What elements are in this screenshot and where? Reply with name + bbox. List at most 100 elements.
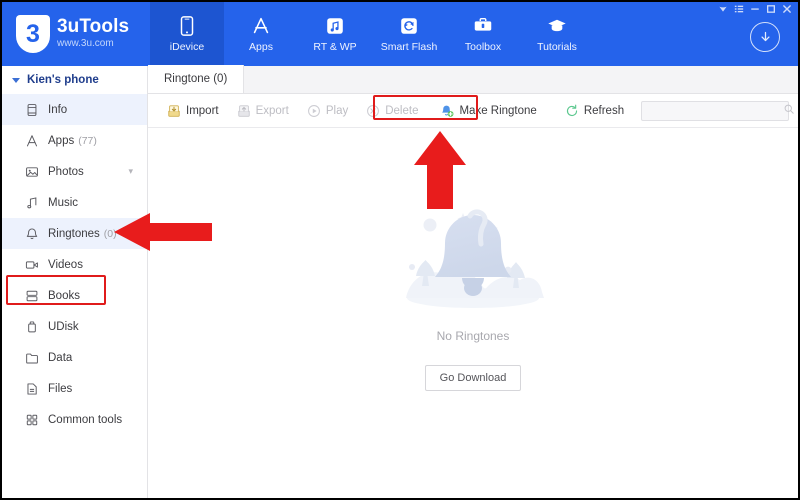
nav-tab-label: RT & WP <box>313 41 357 53</box>
info-device-icon <box>24 102 39 117</box>
minimize-icon[interactable] <box>747 3 762 15</box>
app-website: www.3u.com <box>57 38 114 50</box>
sidebar-item-label: Data <box>48 351 73 364</box>
bell-icon <box>24 226 39 241</box>
sidebar-item-label: Ringtones <box>48 227 100 240</box>
sidebar-item-videos[interactable]: Videos <box>2 249 147 280</box>
app-body: Kien's phone Info Apps (77) Photos ▾ Mus… <box>2 65 798 498</box>
toolbar-button-label: Make Ringtone <box>459 104 537 117</box>
toolbar-button-label: Import <box>186 104 219 117</box>
photo-icon <box>24 164 39 179</box>
play-button: Play <box>298 101 357 121</box>
sidebar-item-files[interactable]: Files <box>2 373 147 404</box>
skin-icon[interactable] <box>715 3 730 15</box>
appstore-icon <box>250 15 272 37</box>
nav-tab-idevice[interactable]: iDevice <box>150 2 224 66</box>
music-note-icon <box>24 195 39 210</box>
empty-state: No Ringtones Go Download <box>148 128 798 498</box>
maximize-icon[interactable] <box>763 3 778 15</box>
toolbar-button-label: Delete <box>385 104 419 117</box>
main-nav: iDevice Apps RT & WP Smart Flash Toolbox… <box>150 2 594 66</box>
download-circle-icon[interactable] <box>750 22 780 52</box>
refresh-button[interactable]: Refresh <box>556 101 633 121</box>
toolbar-button-label: Export <box>255 104 289 117</box>
content-toolbar: Import Export Play Delete Make Ringtone … <box>148 94 798 128</box>
sidebar-item-label: Music <box>48 196 79 209</box>
app-logo-icon: 3 <box>16 15 50 53</box>
sidebar-item-data[interactable]: Data <box>2 342 147 373</box>
nav-tab-rt-wp[interactable]: RT & WP <box>298 2 372 66</box>
sidebar-item-label: UDisk <box>48 320 79 333</box>
sidebar-item-label: Photos <box>48 165 84 178</box>
3utools-window: 3 3uTools www.3u.com iDevice Apps RT & W… <box>0 0 800 500</box>
toolbox-icon <box>472 15 494 37</box>
refresh-icon <box>565 104 579 118</box>
chevron-down-icon <box>12 77 20 83</box>
sidebar: Kien's phone Info Apps (77) Photos ▾ Mus… <box>2 66 148 498</box>
search-box[interactable] <box>641 101 794 121</box>
ringtone-wallpaper-icon <box>324 15 346 37</box>
sidebar-item-label: Common tools <box>48 413 123 426</box>
sidebar-item-count: (0) <box>103 227 117 240</box>
make-ringtone-button[interactable]: Make Ringtone <box>431 101 545 121</box>
device-selector[interactable]: Kien's phone <box>2 66 147 94</box>
sidebar-item-music[interactable]: Music <box>2 187 147 218</box>
file-icon <box>24 381 39 396</box>
refresh-flash-icon <box>398 15 420 37</box>
sidebar-item-ringtones[interactable]: Ringtones (0) <box>2 218 147 249</box>
chevron-down-icon: ▾ <box>128 166 133 176</box>
sidebar-item-label: Info <box>48 103 68 116</box>
content-area: Ringtone (0) Import Export Play Delete M… <box>148 65 798 498</box>
sidebar-item-photos[interactable]: Photos ▾ <box>2 156 147 187</box>
tab-ringtone[interactable]: Ringtone (0) <box>148 65 245 93</box>
usb-disk-icon <box>24 319 39 334</box>
delete-button: Delete <box>357 101 427 121</box>
play-circle-icon <box>307 104 321 118</box>
bell-empty-illustration <box>388 202 558 319</box>
search-input[interactable] <box>648 105 783 117</box>
sidebar-item-label: Files <box>48 382 73 395</box>
sidebar-item-books[interactable]: Books <box>2 280 147 311</box>
app-header: 3 3uTools www.3u.com iDevice Apps RT & W… <box>2 2 798 66</box>
phone-icon <box>176 15 198 37</box>
nav-tab-label: iDevice <box>169 41 205 53</box>
import-button[interactable]: Import <box>158 101 228 121</box>
sidebar-item-info[interactable]: Info <box>2 94 147 125</box>
sidebar-item-count: (77) <box>78 134 97 147</box>
content-tabstrip: Ringtone (0) <box>148 65 798 94</box>
delete-circle-icon <box>366 104 380 118</box>
folder-icon <box>24 350 39 365</box>
sidebar-item-apps[interactable]: Apps (77) <box>2 125 147 156</box>
toolbar-button-label: Refresh <box>583 104 625 117</box>
nav-tab-tutorials[interactable]: Tutorials <box>520 2 594 66</box>
import-tray-icon <box>167 104 181 118</box>
menu-icon[interactable] <box>731 3 746 15</box>
appstore-icon <box>24 133 39 148</box>
grid-tools-icon <box>24 412 39 427</box>
graduation-cap-icon <box>546 15 568 37</box>
toolbar-button-label: Play <box>325 104 349 117</box>
device-name: Kien's phone <box>27 74 99 86</box>
app-title: 3uTools <box>57 15 130 37</box>
nav-tab-label: Tutorials <box>537 41 577 53</box>
close-icon[interactable] <box>779 3 794 15</box>
sidebar-item-label: Videos <box>48 258 83 271</box>
empty-state-message: No Ringtones <box>436 328 510 343</box>
sidebar-item-udisk[interactable]: UDisk <box>2 311 147 342</box>
window-controls <box>715 3 794 15</box>
nav-tab-label: Smart Flash <box>380 41 438 53</box>
books-icon <box>24 288 39 303</box>
go-download-button[interactable]: Go Download <box>424 364 522 391</box>
brand: 3 3uTools www.3u.com <box>2 2 150 66</box>
sidebar-item-label: Apps <box>48 134 75 147</box>
search-icon[interactable] <box>783 102 795 120</box>
nav-tab-label: Toolbox <box>464 41 502 53</box>
video-camera-icon <box>24 257 39 272</box>
sidebar-item-label: Books <box>48 289 80 302</box>
nav-tab-smart-flash[interactable]: Smart Flash <box>372 2 446 66</box>
sidebar-item-common-tools[interactable]: Common tools <box>2 404 147 435</box>
nav-tab-toolbox[interactable]: Toolbox <box>446 2 520 66</box>
nav-tab-label: Apps <box>249 41 273 53</box>
tab-label: Ringtone (0) <box>164 73 228 85</box>
nav-tab-apps[interactable]: Apps <box>224 2 298 66</box>
